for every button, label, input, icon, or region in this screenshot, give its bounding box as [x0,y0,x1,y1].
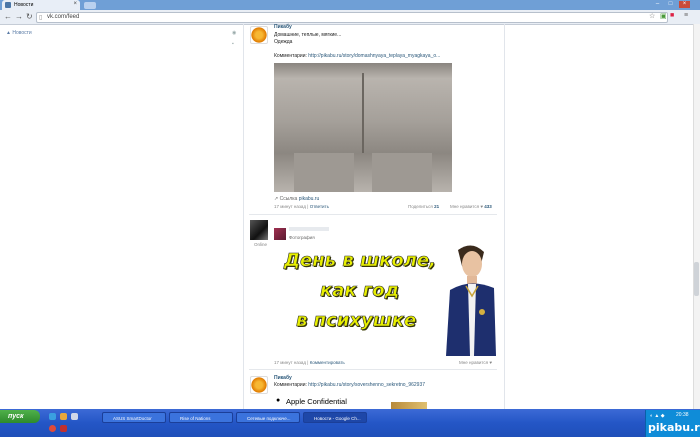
source-link[interactable]: pikabu.ru [299,196,320,202]
taskbar-item-active[interactable]: Новости - Google Ch... [303,412,367,423]
meme-text-line2: как год [320,280,400,302]
extension-icon[interactable]: ▣ [660,12,667,20]
start-label: пуск [8,413,24,420]
extension-red-icon[interactable]: ■ [670,12,674,19]
app-icon[interactable] [60,425,67,432]
ie-icon[interactable] [49,413,56,420]
chrome-icon[interactable] [49,425,56,432]
eye-icon[interactable]: ◉ [232,30,236,36]
post-footer: 17 минут назад | Комментировать [274,360,345,365]
source-label: Ссылка [279,196,298,202]
comment-link[interactable]: http://pikabu.ru/story/domashnyaya_tepla… [308,53,440,59]
taskbar-item[interactable]: Rise of Nations [169,412,233,423]
pikabu-avatar[interactable] [250,376,268,394]
scrollbar[interactable] [693,24,700,409]
meme-text-line3: в психушке [296,310,417,332]
post-text: Домашние, теплые, мягкие... [274,32,342,38]
start-button[interactable]: пуск [0,410,40,423]
new-tab-button[interactable] [84,2,96,9]
post-footer: 17 минут назад | Ответить [274,204,329,209]
photo-detail [362,73,364,153]
post-photo[interactable] [274,63,452,192]
close-window-button[interactable]: × [679,1,690,8]
meme-photo[interactable]: День в школе, как год в психушке [274,240,496,356]
link-icon: ↗ [274,196,279,202]
post-author[interactable]: Пикабу [274,375,292,381]
taskbar-item[interactable]: Сетевые подключе... [236,412,300,423]
meme-text-line1: День в школе, [284,250,437,272]
apple-confidential-text: Apple Confidential [286,397,347,406]
share-count: 21 [434,204,440,209]
sidebar-news-link[interactable]: ▲ Новости [6,30,32,36]
author-name-placeholder[interactable] [289,227,329,231]
post-text: Одежда [274,39,293,45]
share-button[interactable]: Поделиться 21 [408,204,439,209]
comment-link[interactable]: http://pikabu.ru/story/sovershenno_sekre… [308,382,425,388]
reply-link[interactable]: Ответить [310,204,329,209]
vk-favicon-icon [5,2,11,8]
pikabu-avatar[interactable] [250,26,268,44]
friend-avatar[interactable] [274,228,286,240]
sidebar-news-label: Новости [12,30,32,36]
menu-wrench-icon[interactable]: ≡ [684,12,688,19]
photo-detail [372,153,432,192]
address-bar[interactable]: ▯ vk.com/feed [36,12,668,23]
taskbar-item[interactable]: ASUS SmartDoctor [102,412,166,423]
tab-title: Новости [14,2,34,8]
post-time[interactable]: 17 минут назад [274,360,306,365]
divider [249,214,497,215]
heart-icon: ♥ [489,360,493,365]
browser-titlebar [0,0,700,10]
heart-icon: ♥ [480,204,484,209]
online-status: Online [254,242,268,247]
like-button[interactable]: Мне нравится ♥ 433 [450,204,492,209]
reload-icon[interactable]: ↻ [26,12,33,21]
share-label: Поделиться [408,204,433,209]
watermark: pikabu.ru [648,421,700,434]
tray-icons[interactable]: ◐ ▲ ◆ [650,413,665,419]
clock[interactable]: 20:38 [676,412,689,418]
like-label: Мне нравится [459,360,489,365]
bookmark-star-icon[interactable]: ☆ [649,12,655,20]
comments-icon[interactable]: ▪ [232,41,234,47]
apple-logo-icon: ● [276,397,281,404]
comment-button[interactable]: Комментировать [310,360,345,365]
forward-icon[interactable]: → [15,12,23,21]
tab-news[interactable]: Новости × [2,0,80,10]
boy-figure [446,245,496,356]
post-comment-line: Комментарии: http://pikabu.ru/story/doma… [274,53,440,59]
post-time[interactable]: 17 минут назад [274,204,306,209]
user-avatar[interactable] [250,220,268,240]
comment-label: Комментарии: [274,53,307,59]
back-icon[interactable]: ← [4,12,12,21]
post-author[interactable]: Пикабу [274,24,292,30]
like-button[interactable]: Мне нравится ♥ [459,360,492,365]
like-label: Мне нравится [450,204,480,209]
page-icon: ▯ [39,15,43,21]
quicklaunch-icon[interactable] [71,413,78,420]
scrollbar-thumb[interactable] [694,262,699,296]
post-comment-line: Комментарии: http://pikabu.ru/story/sove… [274,382,425,388]
divider [249,369,497,370]
source-line: ↗ Ссылка pikabu.ru [274,196,319,202]
minimize-button[interactable]: – [652,1,663,8]
photo-detail [294,153,354,192]
like-count: 433 [484,204,492,209]
comment-label: Комментарии: [274,382,307,388]
explorer-icon[interactable] [60,413,67,420]
maximize-button[interactable]: □ [665,1,676,8]
tab-close-icon[interactable]: × [73,1,77,7]
url-text: vk.com/feed [47,14,80,20]
